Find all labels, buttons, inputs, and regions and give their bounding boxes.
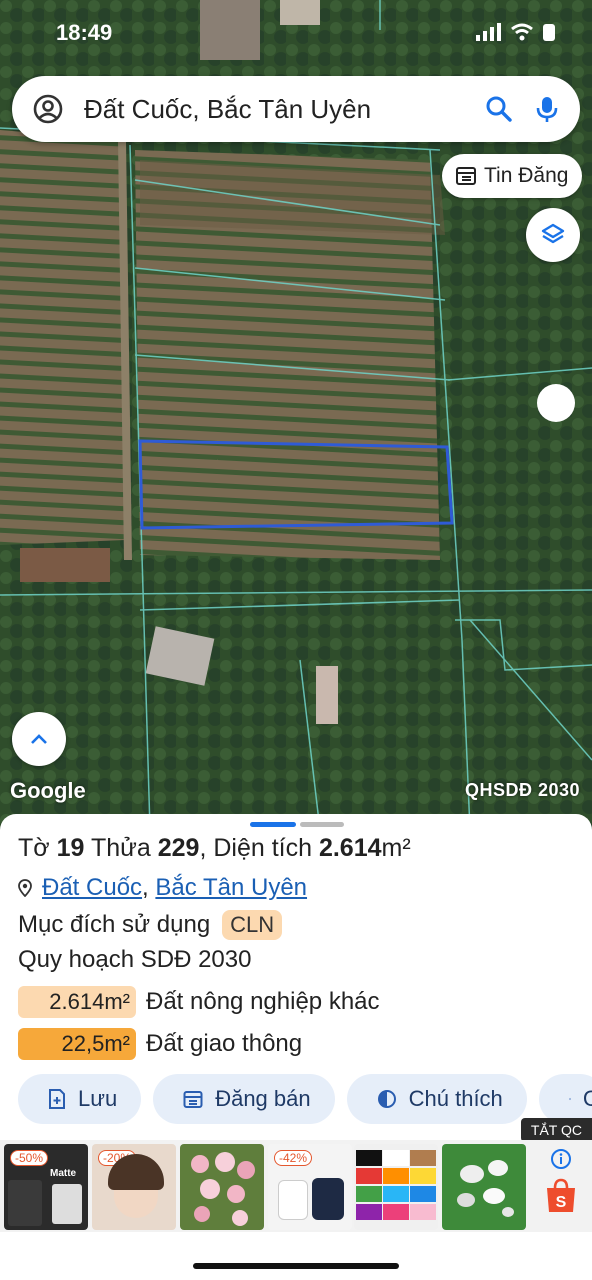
parcel-area: 2.614 (318, 834, 382, 862)
svg-text:S: S (556, 1194, 567, 1211)
parcel-number: 229 (157, 834, 200, 862)
location-link-district[interactable]: Bắc Tân Uyên (155, 874, 307, 901)
plan-item-area: 22,5m² (18, 1028, 136, 1060)
tin-dang-label: Tin Đăng (484, 164, 569, 187)
bookmark-add-icon (49, 1089, 65, 1109)
parcel-info-sheet[interactable]: Tờ 19 Thửa 229, Diện tích 2.614m² Đất Cu… (0, 814, 592, 1144)
half-circle-icon (377, 1090, 396, 1108)
listing-icon (456, 167, 476, 185)
shopee-logo[interactable]: S (536, 1148, 586, 1228)
stones-image (457, 1160, 514, 1217)
tin-dang-button[interactable]: Tin Đăng (442, 154, 583, 198)
plan-item: 22,5m² Đất giao thông (18, 1028, 302, 1060)
status-icons (476, 22, 556, 42)
ad-item[interactable]: -42% (268, 1144, 352, 1230)
plan-item-area: 2.614m² (18, 986, 136, 1018)
account-icon[interactable] (32, 93, 64, 125)
expand-up-button[interactable] (12, 712, 66, 766)
home-indicator[interactable] (193, 1263, 399, 1269)
ad-item[interactable]: -50% Matte (4, 1144, 88, 1230)
search-icon[interactable] (484, 94, 514, 124)
ad-item[interactable] (354, 1144, 438, 1230)
post-sale-button[interactable]: Đăng bán (153, 1074, 335, 1124)
floating-dot-button[interactable] (537, 384, 575, 422)
plan-item-label: Đất nông nghiệp khác (146, 988, 380, 1015)
camera-button[interactable]: C (538, 1074, 592, 1124)
location-pin-icon (18, 879, 32, 897)
parcel-title: Tờ 19 Thửa 229, Diện tích 2.614m² (18, 834, 411, 862)
camera-icon (568, 1098, 571, 1100)
action-buttons: Lưu Đăng bán Chú thích C (18, 1074, 592, 1124)
signal-icon (476, 23, 501, 41)
map-view[interactable]: 18:49 Đất Cuốc, Bắc Tân Uyên Tin Đăng Go… (0, 0, 592, 830)
battery-icon (543, 24, 555, 41)
parcel-location: Đất Cuốc, Bắc Tân Uyên (18, 874, 307, 902)
ad-item[interactable] (180, 1144, 264, 1230)
close-ad-button[interactable]: TẮT QC (520, 1118, 592, 1142)
ad-item[interactable]: -20% (92, 1144, 176, 1230)
plan-title: Quy hoạch SDĐ 2030 (18, 946, 252, 973)
layers-button[interactable] (526, 208, 580, 262)
land-use-code-badge: CLN (222, 910, 283, 940)
google-logo: Google (10, 778, 86, 803)
wifi-icon (511, 23, 533, 41)
search-bar[interactable]: Đất Cuốc, Bắc Tân Uyên (12, 76, 580, 142)
land-use-purpose: Mục đích sử dụng CLN (18, 910, 283, 940)
flower-image (191, 1152, 255, 1226)
calendar-icon (183, 1091, 203, 1108)
sheet-handle[interactable] (250, 822, 344, 827)
microphone-icon[interactable] (532, 94, 562, 124)
location-link-commune[interactable]: Đất Cuốc (42, 874, 142, 901)
info-icon[interactable] (550, 1148, 572, 1170)
plan-item-label: Đất giao thông (146, 1030, 303, 1057)
sheet-number: 19 (56, 834, 85, 862)
layer-badge: QHSDĐ 2030 (464, 780, 580, 800)
ad-banner[interactable]: -50% Matte -20% -42% S (0, 1140, 592, 1232)
color-swatch-image (356, 1150, 436, 1220)
layers-icon (541, 223, 565, 244)
plan-item: 2.614m² Đất nông nghiệp khác (18, 986, 380, 1018)
ad-item[interactable] (442, 1144, 526, 1230)
shopping-bag-icon: S (547, 1178, 575, 1212)
legend-button[interactable]: Chú thích (346, 1074, 527, 1124)
save-button[interactable]: Lưu (18, 1074, 142, 1124)
search-input[interactable]: Đất Cuốc, Bắc Tân Uyên (84, 94, 484, 125)
chevron-up-icon (31, 734, 47, 744)
status-time: 18:49 (56, 20, 113, 45)
